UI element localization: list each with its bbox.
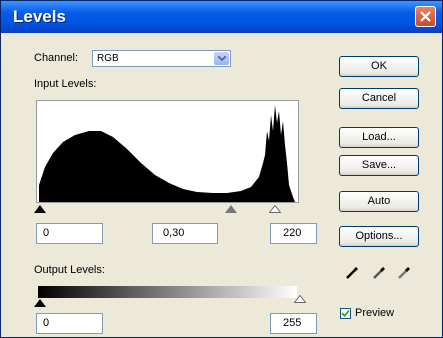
- output-white-slider[interactable]: [294, 295, 306, 303]
- output-gradient-bar: [38, 286, 297, 298]
- options-button[interactable]: Options...: [339, 226, 419, 247]
- input-white-slider[interactable]: [269, 205, 281, 213]
- gray-eyedropper-icon[interactable]: [372, 266, 386, 280]
- close-icon: [420, 11, 431, 22]
- output-white-value: 255: [283, 317, 302, 329]
- title-bar[interactable]: Levels: [1, 1, 442, 33]
- histogram-area: [39, 105, 295, 202]
- input-black-field[interactable]: 0: [36, 223, 103, 244]
- channel-select-arrow[interactable]: [214, 52, 229, 65]
- input-black-slider[interactable]: [34, 205, 46, 213]
- cancel-button[interactable]: Cancel: [339, 88, 419, 109]
- output-black-slider[interactable]: [34, 299, 46, 307]
- input-white-value: 220: [283, 227, 302, 239]
- preview-checkbox[interactable]: [340, 308, 351, 319]
- input-gamma-slider[interactable]: [225, 205, 237, 213]
- preview-label: Preview: [355, 307, 395, 319]
- histogram-graph: [39, 105, 295, 202]
- save-button[interactable]: Save...: [339, 155, 419, 176]
- white-eyedropper-icon[interactable]: [397, 266, 411, 280]
- load-button[interactable]: Load...: [339, 127, 419, 148]
- input-gamma-value: 0,30: [163, 227, 185, 239]
- output-levels-label: Output Levels:: [34, 264, 105, 276]
- input-levels-label: Input Levels:: [34, 78, 97, 90]
- output-black-field[interactable]: 0: [36, 313, 103, 334]
- input-gamma-field[interactable]: 0,30: [152, 223, 218, 244]
- window-title: Levels: [13, 7, 66, 26]
- channel-select[interactable]: RGB: [92, 50, 231, 67]
- close-button[interactable]: [415, 6, 436, 27]
- auto-button[interactable]: Auto: [339, 191, 419, 212]
- output-black-value: 0: [43, 317, 50, 329]
- black-eyedropper-icon[interactable]: [345, 266, 359, 280]
- input-black-value: 0: [43, 227, 50, 239]
- levels-dialog: Levels Channel: RGB Input Levels: 0 0,30…: [0, 0, 443, 338]
- channel-select-value: RGB: [97, 53, 119, 64]
- checkmark-icon: [341, 309, 350, 318]
- input-white-field[interactable]: 220: [270, 223, 317, 244]
- output-white-field[interactable]: 255: [270, 313, 317, 334]
- chevron-down-icon: [218, 56, 226, 61]
- channel-label: Channel:: [34, 52, 79, 64]
- ok-button[interactable]: OK: [339, 56, 419, 77]
- histogram: [36, 100, 299, 203]
